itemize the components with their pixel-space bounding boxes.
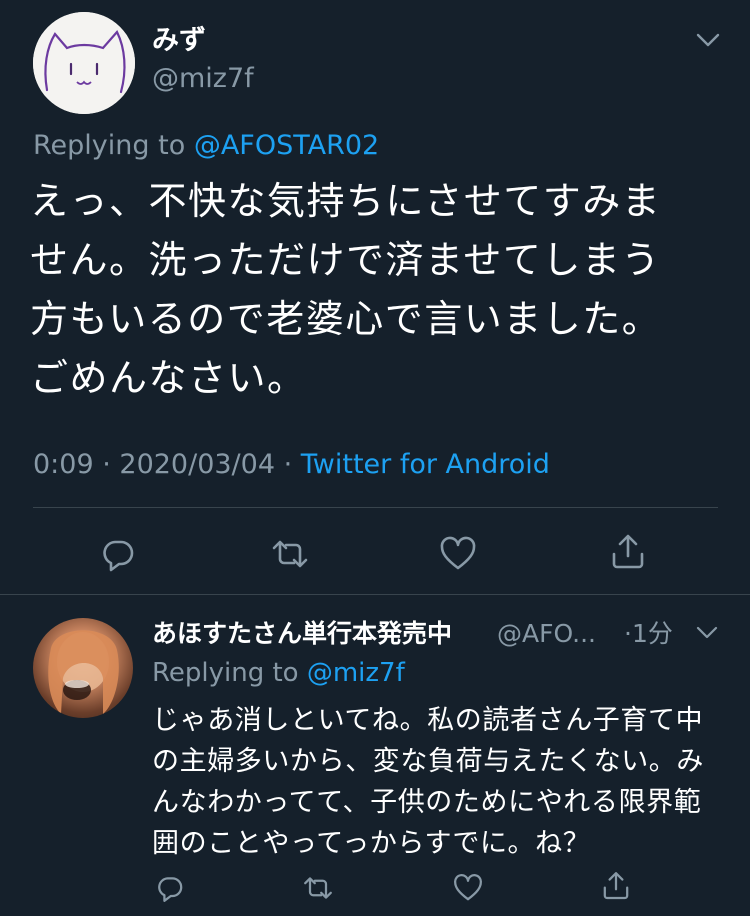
avatar[interactable] (33, 618, 133, 718)
user-handle[interactable]: @AFO... (497, 614, 612, 654)
chevron-down-icon[interactable] (694, 624, 720, 642)
tweet-text: えっ、不快な気持ちにさせてすみま せん。洗っただけで済ませてしまう 方もいるので… (30, 172, 720, 408)
tweet-meta: 0:09 · 2020/03/04 · Twitter for Android (33, 447, 550, 483)
tweet-time: 0:09 (33, 449, 94, 480)
tweet-text: じゃあ消しといてね。私の読者さん子育て中 の主婦多いから、変な負荷与えたくない。… (152, 700, 722, 864)
avatar[interactable] (33, 12, 135, 114)
reply-header: あほすたさん単行本発売中 @AFO... ·1分 (152, 614, 722, 654)
replying-to-label: Replying to (33, 130, 194, 161)
tweet-time[interactable]: ·1分 (624, 614, 673, 654)
user-photo-icon (48, 630, 119, 714)
meta-separator: · (275, 449, 301, 480)
main-tweet: みず @miz7f Replying to @AFOSTAR02 えっ、不快な気… (0, 0, 750, 594)
like-icon[interactable] (452, 872, 484, 904)
retweet-icon[interactable] (270, 534, 310, 574)
chevron-down-icon[interactable] (694, 30, 722, 50)
meta-separator: · (93, 449, 120, 480)
replying-to-line: Replying to @miz7f (152, 655, 405, 691)
display-name[interactable]: みず (152, 24, 206, 58)
tweet-text-line: んなわかってて、子供のためにやれる限界範 (152, 787, 702, 818)
reply-icon[interactable] (98, 534, 138, 574)
tweet-text-line: の主婦多いから、変な負荷与えたくない。み (152, 746, 704, 777)
tweet-text-line: 方もいるので老婆心で言いました。 (30, 297, 662, 341)
tweet-date: 2020/03/04 (119, 449, 276, 480)
tweet-thread: みず @miz7f Replying to @AFOSTAR02 えっ、不快な気… (0, 0, 750, 916)
replying-to-line: Replying to @AFOSTAR02 (33, 128, 379, 164)
tweet-actions (0, 870, 750, 910)
user-handle[interactable]: @miz7f (152, 62, 254, 96)
tweet-text-line: えっ、不快な気持ちにさせてすみま (30, 179, 662, 223)
tweet-text-line: 囲のことやってっからすでに。ね？ (152, 828, 591, 859)
share-icon[interactable] (608, 532, 648, 572)
cat-face-drawing-icon (33, 12, 135, 114)
tweet-source-link[interactable]: Twitter for Android (301, 449, 550, 480)
replying-to-link[interactable]: @AFOSTAR02 (194, 130, 379, 161)
replying-to-label: Replying to (152, 658, 307, 688)
divider (0, 594, 750, 595)
display-name[interactable]: あほすたさん単行本発売中 (152, 614, 452, 654)
like-icon[interactable] (438, 534, 478, 574)
reply-icon[interactable] (154, 872, 186, 904)
tweet-text-line: じゃあ消しといてね。私の読者さん子育て中 (152, 705, 704, 736)
tweet-text-line: せん。洗っただけで済ませてしまう (30, 238, 661, 282)
tweet-actions (0, 526, 750, 582)
retweet-icon[interactable] (302, 872, 334, 904)
replying-to-link[interactable]: @miz7f (307, 658, 405, 688)
share-icon[interactable] (600, 870, 632, 902)
divider (33, 507, 718, 508)
tweet-text-line: ごめんなさい。 (30, 356, 307, 400)
